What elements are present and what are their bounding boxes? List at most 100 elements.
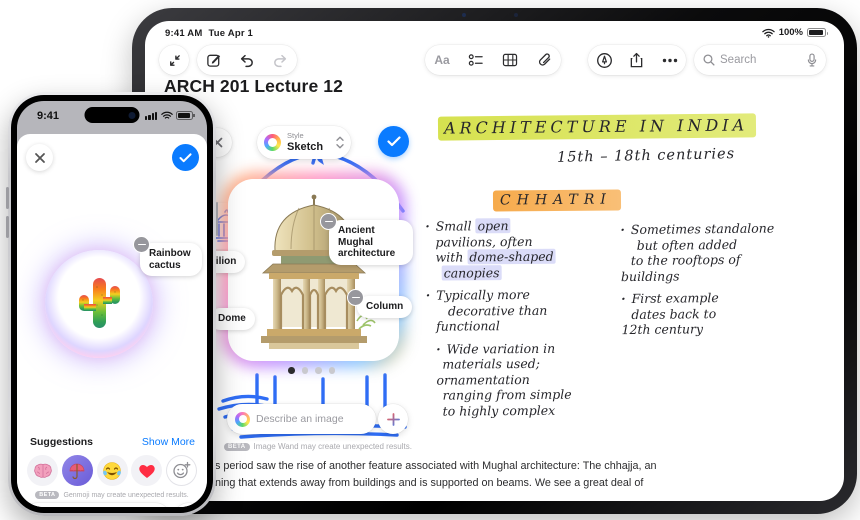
note-line: decorative than bbox=[447, 302, 548, 319]
ipad-status-left: 9:41 AM Tue Apr 1 bbox=[165, 28, 259, 39]
mic-icon[interactable] bbox=[807, 53, 817, 67]
battery-icon bbox=[176, 111, 195, 120]
person-avatar-button[interactable] bbox=[174, 503, 203, 507]
apple-intelligence-icon bbox=[235, 411, 250, 427]
dot[interactable] bbox=[288, 367, 295, 374]
beta-badge: BETA bbox=[35, 491, 60, 499]
collapse-icon[interactable] bbox=[159, 53, 189, 68]
section-highlight: CHHATRI bbox=[492, 189, 621, 212]
attachment-icon[interactable] bbox=[529, 52, 559, 68]
ipad-sensor bbox=[514, 13, 518, 17]
body-line: s period saw the rise of another feature… bbox=[215, 460, 657, 472]
remove-tag-button[interactable] bbox=[347, 289, 364, 306]
tag-ancient-mughal[interactable]: Ancient Mughal architecture bbox=[329, 220, 413, 265]
note-line: 12th century bbox=[621, 321, 704, 338]
heading-highlight: ARCHITECTURE IN INDIA bbox=[437, 113, 757, 141]
markup-pencil-icon[interactable] bbox=[589, 52, 619, 69]
signal-icon bbox=[145, 111, 157, 120]
ipad-date: Tue Apr 1 bbox=[208, 28, 254, 39]
genmoji-beta-note: BETA Genmoji may create unexpected resul… bbox=[17, 491, 207, 499]
more-ellipsis-icon[interactable] bbox=[655, 58, 685, 63]
style-ring-icon bbox=[264, 134, 281, 151]
remove-tag-button[interactable] bbox=[133, 236, 150, 253]
ipad-status-right: 100% bbox=[761, 27, 828, 38]
note-body-text: s period saw the rise of another feature… bbox=[215, 458, 844, 492]
accept-image-button[interactable] bbox=[378, 126, 409, 157]
ipad-screen: 9:41 AM Tue Apr 1 100% Aa Search ARCH 20… bbox=[145, 21, 844, 501]
genmoji-bubble bbox=[45, 250, 153, 358]
genmoji-sheet: Rainbow cactus Suggestions Show More BET… bbox=[17, 134, 207, 507]
generated-image-card[interactable] bbox=[221, 172, 406, 368]
add-emoji-icon[interactable] bbox=[166, 455, 197, 486]
note-line: with dome-shaped bbox=[435, 248, 556, 265]
genmoji-close-button[interactable] bbox=[26, 144, 53, 171]
add-image-button[interactable] bbox=[378, 404, 408, 434]
handwritten-section-title: CHHATRI bbox=[492, 189, 621, 212]
search-input[interactable] bbox=[720, 54, 802, 66]
iphone-time: 9:41 bbox=[37, 110, 60, 122]
dot[interactable] bbox=[301, 367, 308, 374]
table-icon[interactable] bbox=[495, 53, 525, 67]
laughing-emoji[interactable] bbox=[96, 455, 128, 486]
style-value: Sketch bbox=[287, 140, 324, 153]
beta-badge: BETA bbox=[224, 442, 250, 451]
tag-column[interactable]: Column bbox=[357, 296, 413, 318]
describe-image-input[interactable] bbox=[256, 413, 368, 425]
remove-tag-button[interactable] bbox=[320, 213, 337, 230]
note-line: ornamentation bbox=[436, 371, 530, 388]
show-more-link[interactable]: Show More bbox=[142, 436, 195, 448]
search-icon bbox=[703, 54, 715, 66]
accept-genmoji-button[interactable] bbox=[172, 144, 199, 171]
handwritten-subheading: 15th – 18th centuries bbox=[556, 146, 736, 166]
search-field bbox=[694, 45, 826, 75]
chevron-up-down-icon bbox=[336, 136, 344, 149]
checklist-icon[interactable] bbox=[461, 53, 491, 67]
wifi-icon bbox=[761, 28, 775, 38]
note-line: to highly complex bbox=[442, 402, 556, 419]
power-button bbox=[215, 202, 218, 236]
dot[interactable] bbox=[315, 367, 322, 374]
redo-icon[interactable] bbox=[265, 53, 295, 68]
checkmark-icon bbox=[386, 136, 401, 147]
iphone-screen: 9:41 Rainbow cactus Suggestions Show Mor… bbox=[17, 101, 207, 507]
image-variant-dots[interactable] bbox=[288, 367, 335, 374]
note-line: Small open bbox=[425, 217, 620, 234]
close-icon bbox=[34, 152, 45, 163]
note-line: functional bbox=[436, 318, 500, 334]
chhatri-image bbox=[228, 179, 399, 361]
handwritten-heading: ARCHITECTURE IN INDIA bbox=[437, 113, 757, 141]
text-format-icon[interactable]: Aa bbox=[427, 53, 457, 67]
rainbow-cactus-genmoji bbox=[79, 278, 120, 328]
note-line: Wide variation in bbox=[436, 340, 621, 357]
ipad-time: 9:41 AM bbox=[165, 28, 203, 39]
share-icon[interactable] bbox=[622, 52, 652, 69]
beta-text: Image Wand may create unexpected results… bbox=[253, 442, 412, 451]
ipad-camera bbox=[462, 13, 466, 17]
iphone-device: 9:41 Rainbow cactus Suggestions Show Mor… bbox=[6, 92, 218, 516]
dot[interactable] bbox=[328, 367, 335, 374]
tag-rainbow-cactus[interactable]: Rainbow cactus bbox=[140, 243, 202, 276]
compose-icon[interactable] bbox=[199, 52, 229, 68]
iphone-status-bar: 9:41 bbox=[17, 101, 207, 135]
body-line: ning that extends away from buildings an… bbox=[215, 477, 644, 489]
plus-icon bbox=[386, 412, 400, 426]
image-wand-beta-note: BETA Image Wand may create unexpected re… bbox=[213, 442, 423, 451]
battery-percent: 100% bbox=[778, 27, 803, 38]
note-line: canopies bbox=[441, 264, 502, 281]
note-line: materials used; bbox=[442, 355, 540, 372]
note-line: pavilions, often bbox=[435, 233, 533, 250]
volume-up-button bbox=[6, 187, 9, 209]
note-line: ranging from simple bbox=[442, 386, 572, 403]
marketing-canvas: 9:41 AM Tue Apr 1 100% Aa Search ARCH 20… bbox=[0, 0, 860, 520]
battery-icon bbox=[807, 28, 828, 37]
dynamic-island bbox=[84, 107, 140, 123]
brain-emoji[interactable] bbox=[27, 455, 58, 486]
ipad-device: 9:41 AM Tue Apr 1 100% Aa Search ARCH 20… bbox=[132, 8, 857, 514]
toolbar-edit-group bbox=[197, 45, 297, 75]
undo-icon[interactable] bbox=[232, 53, 262, 68]
describe-image-field bbox=[227, 404, 376, 434]
style-picker[interactable]: Style Sketch bbox=[257, 126, 351, 159]
volume-down-button bbox=[6, 216, 9, 238]
heart-emoji[interactable] bbox=[131, 455, 163, 486]
umbrella-genmoji[interactable] bbox=[61, 455, 93, 486]
